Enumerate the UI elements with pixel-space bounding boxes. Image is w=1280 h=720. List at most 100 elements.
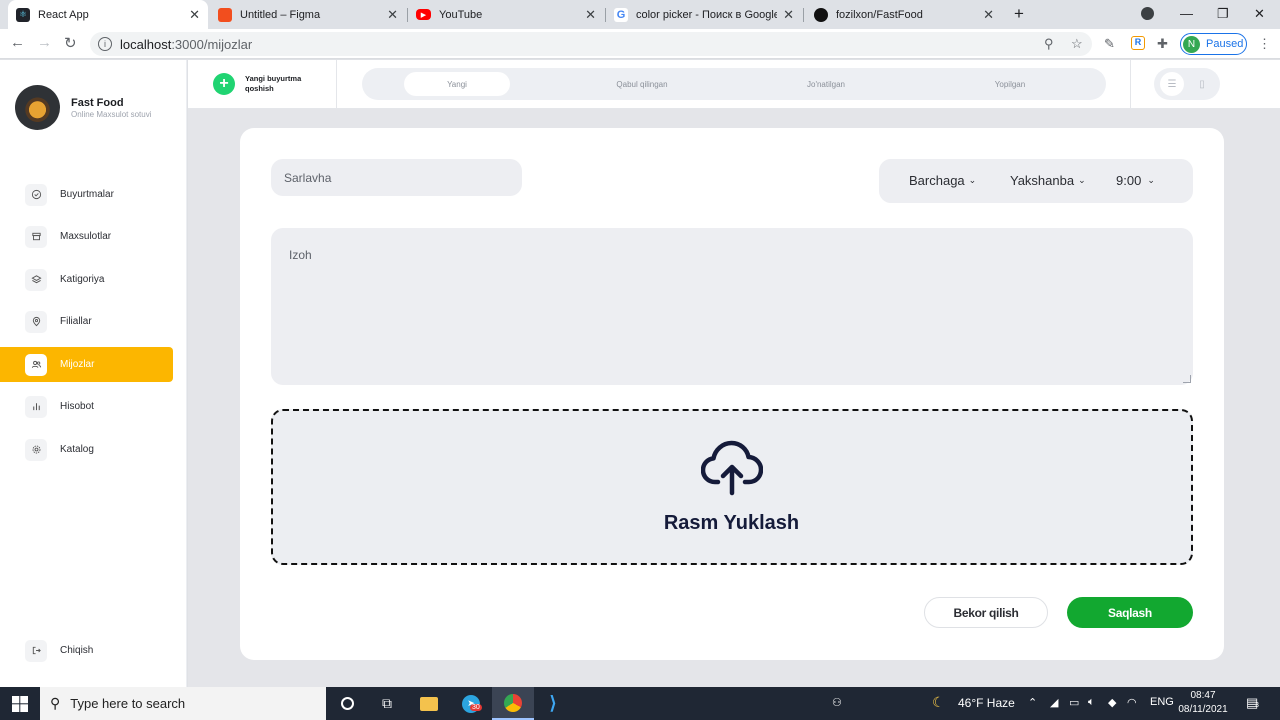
view-toggle: ☰ ▯ xyxy=(1154,68,1220,100)
brand-title: Fast Food xyxy=(71,97,124,109)
dropbox-icon[interactable]: ◆ xyxy=(1108,696,1116,709)
new-tab-icon[interactable]: + xyxy=(1014,4,1024,24)
grid-view-icon[interactable]: ▯ xyxy=(1190,72,1214,96)
tab-title: fozilxon/FastFood xyxy=(836,8,923,21)
day-select[interactable]: Yakshanba ⌄ xyxy=(1010,173,1086,188)
task-view-icon[interactable]: ⧉ xyxy=(366,687,408,720)
location-pin-icon xyxy=(25,310,47,333)
list-view-icon[interactable]: ☰ xyxy=(1160,72,1184,96)
telegram-icon[interactable]: ➤ 30 xyxy=(450,687,492,720)
sidebar-item-maxsulotlar[interactable]: Maxsulotlar xyxy=(0,219,173,254)
url-path: :3000/mijozlar xyxy=(171,36,253,52)
extensions-puzzle-icon[interactable]: ✚ xyxy=(1157,36,1168,52)
profile-button[interactable]: N Paused xyxy=(1180,33,1247,55)
reload-icon[interactable]: ↻ xyxy=(64,34,77,52)
logout-label: Chiqish xyxy=(60,645,94,656)
sidebar-item-label: Katigoriya xyxy=(60,274,105,285)
top-navigation: + Yangi buyurtma qoshish Yangi Qabul qil… xyxy=(188,60,1280,109)
sidebar-item-label: Mijozlar xyxy=(60,359,95,370)
wifi-icon[interactable]: ◠ xyxy=(1127,696,1137,709)
bookmark-star-icon[interactable]: ☆ xyxy=(1071,36,1083,52)
people-icon[interactable]: ⚇ xyxy=(832,696,842,709)
back-icon[interactable]: ← xyxy=(10,34,25,51)
close-tab-icon[interactable]: ✕ xyxy=(983,7,994,23)
upload-label: Rasm Yuklash xyxy=(663,512,800,534)
sidebar-item-filiallar[interactable]: Filiallar xyxy=(0,304,173,339)
sidebar-item-katigoriya[interactable]: Katigoriya xyxy=(0,262,173,297)
logout-button[interactable]: Chiqish xyxy=(0,633,173,668)
windows-start-icon[interactable] xyxy=(12,696,28,712)
divider xyxy=(1130,60,1131,109)
divider xyxy=(336,60,337,109)
box-icon xyxy=(25,225,47,248)
sidebar-item-katalog[interactable]: Katalog xyxy=(0,432,173,467)
minimize-icon[interactable]: — xyxy=(1180,6,1193,21)
audience-select[interactable]: Barchaga ⌄ xyxy=(909,173,976,188)
save-button[interactable]: Saqlash xyxy=(1067,597,1193,628)
tab-jonatilgan[interactable]: Jo'natilgan xyxy=(776,72,876,96)
image-upload-dropzone[interactable]: Rasm Yuklash xyxy=(271,409,1193,565)
close-tab-icon[interactable]: ✕ xyxy=(585,7,596,23)
users-icon xyxy=(25,353,47,376)
language-indicator[interactable]: ENG xyxy=(1150,696,1174,708)
search-icon: ⚲ xyxy=(50,695,61,711)
day-value: Yakshanba xyxy=(1010,173,1075,188)
sidebar: Fast Food Online Maxsulot sotuvi Buyurtm… xyxy=(0,60,187,687)
tab-youtube[interactable]: ▶ YouTube ✕ xyxy=(408,0,604,29)
volume-icon[interactable]: 🔈︎ xyxy=(1088,696,1095,709)
zoom-icon[interactable]: ⚲ xyxy=(1044,36,1054,52)
tab-separator xyxy=(803,8,804,22)
sidebar-item-mijozlar[interactable]: Mijozlar xyxy=(0,347,173,382)
browser-menu-icon[interactable]: ⋮ xyxy=(1258,36,1271,52)
site-info-icon[interactable]: i xyxy=(98,37,112,51)
tab-title: Untitled – Figma xyxy=(240,8,321,21)
forward-icon[interactable]: → xyxy=(37,34,52,51)
weather-text[interactable]: 46°F Haze xyxy=(958,696,1015,710)
maximize-icon[interactable]: ❐ xyxy=(1217,6,1229,22)
sidebar-item-hisobot[interactable]: Hisobot xyxy=(0,389,173,424)
close-tab-icon[interactable]: ✕ xyxy=(387,7,398,23)
sidebar-item-label: Katalog xyxy=(60,444,94,455)
time-select[interactable]: 9:00 ⌄ xyxy=(1116,173,1155,188)
taskbar-clock[interactable]: 08:47 08/11/2021 xyxy=(1178,689,1228,717)
youtube-favicon-icon: ▶ xyxy=(416,9,431,20)
taskbar-search[interactable]: ⚲ Type here to search xyxy=(40,687,326,720)
notifications-icon[interactable]: ▤ 3 xyxy=(1246,695,1259,711)
tab-github[interactable]: fozilxon/FastFood ✕ xyxy=(806,0,1002,29)
close-tab-icon[interactable]: ✕ xyxy=(783,7,794,23)
file-explorer-icon[interactable] xyxy=(408,687,450,720)
new-order-label: Yangi buyurtma qoshish xyxy=(245,74,302,93)
tab-search-icon[interactable] xyxy=(1141,7,1154,20)
tab-qabul-qilingan[interactable]: Qabul qilingan xyxy=(592,72,692,96)
close-window-icon[interactable]: ✕ xyxy=(1254,6,1265,22)
tab-yopilgan[interactable]: Yopilgan xyxy=(960,72,1060,96)
weather-moon-icon: ☾ xyxy=(932,694,945,710)
chevron-up-icon[interactable]: ⌃ xyxy=(1028,696,1037,709)
cancel-button[interactable]: Bekor qilish xyxy=(924,597,1048,628)
tab-title: YouTube xyxy=(439,8,483,21)
new-order-button[interactable]: + Yangi buyurtma qoshish xyxy=(213,73,305,95)
logout-icon xyxy=(25,639,47,662)
time-value: 9:00 xyxy=(1116,173,1142,188)
network-icon[interactable]: ◢ xyxy=(1050,696,1058,709)
main-content: Sarlavha Barchaga ⌄ Yakshanba ⌄ 9:00 ⌄ Izoh… xyxy=(188,109,1280,687)
extension-r-icon[interactable]: R xyxy=(1131,36,1145,50)
battery-icon[interactable]: ▭ xyxy=(1069,696,1079,709)
vscode-icon[interactable]: ⟩ xyxy=(532,687,574,720)
sidebar-item-buyurtmalar[interactable]: Buyurtmalar xyxy=(0,177,173,212)
resize-handle[interactable] xyxy=(1183,375,1191,383)
eyedropper-icon[interactable]: ✎ xyxy=(1104,36,1115,52)
brand-logo xyxy=(15,85,60,130)
chevron-down-icon: ⌄ xyxy=(1147,175,1155,185)
description-textarea[interactable]: Izoh xyxy=(271,228,1193,385)
chrome-icon[interactable] xyxy=(492,687,534,720)
tab-google[interactable]: G color picker - Поиск в Google ✕ xyxy=(606,0,802,29)
tab-figma[interactable]: Untitled – Figma ✕ xyxy=(210,0,406,29)
tab-yangi[interactable]: Yangi xyxy=(404,72,510,96)
address-bar[interactable]: i localhost:3000/mijozlar xyxy=(90,32,1092,56)
cortana-icon[interactable] xyxy=(326,687,368,720)
close-tab-icon[interactable]: ✕ xyxy=(189,7,200,23)
sidebar-item-label: Hisobot xyxy=(60,401,94,412)
title-input[interactable]: Sarlavha xyxy=(271,159,522,196)
tab-react-app[interactable]: ⚛ React App ✕ xyxy=(8,0,208,29)
